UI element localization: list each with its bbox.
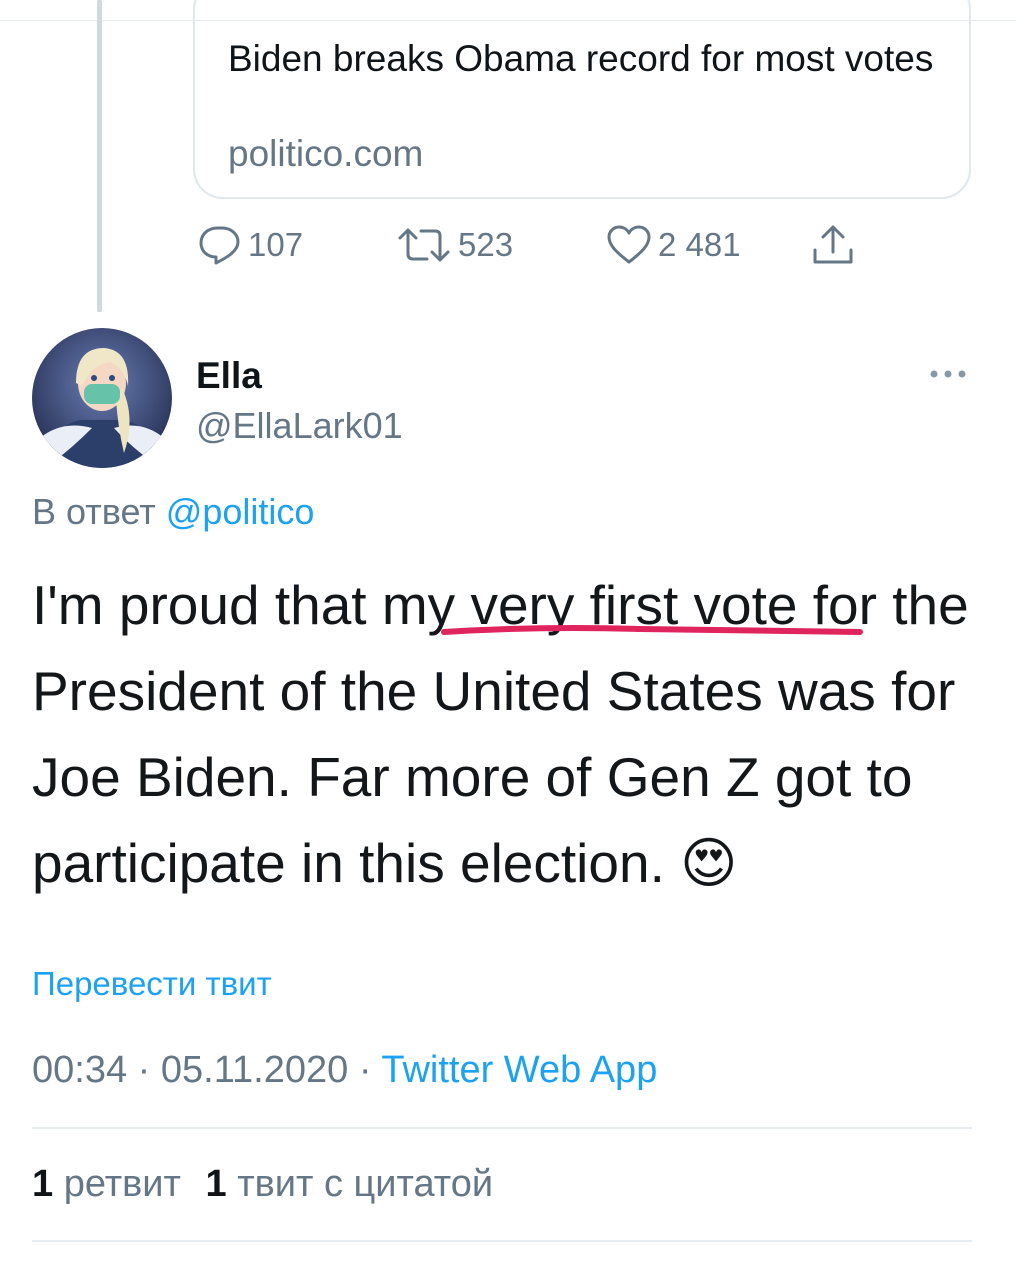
thread-connector-line <box>97 0 102 312</box>
share-button[interactable] <box>810 222 856 268</box>
meta-separator: · <box>358 1049 372 1091</box>
retweet-count: 523 <box>458 226 514 263</box>
replying-to: В ответ @politico <box>32 490 314 534</box>
more-icon <box>928 369 968 386</box>
like-count: 2 481 <box>658 226 741 263</box>
more-options-button[interactable] <box>928 366 968 382</box>
handdrawn-underline <box>440 618 865 648</box>
divider <box>32 1127 972 1129</box>
quotes-stat[interactable]: 1 твит с цитатой <box>206 1163 494 1205</box>
avatar[interactable] <box>32 328 172 468</box>
tweet-date[interactable]: 05.11.2020 <box>161 1049 348 1091</box>
tweet-stats: 1 ретвит 1 твит с цитатой <box>32 1160 493 1208</box>
replying-to-prefix: В ответ <box>32 491 156 532</box>
tweet-text: I'm proud that my very first vote for th… <box>32 562 982 906</box>
quotes-stat-count: 1 <box>205 1163 227 1205</box>
reply-icon <box>198 224 242 266</box>
retweets-stat-count: 1 <box>32 1163 54 1205</box>
mention-link[interactable]: @politico <box>166 491 315 532</box>
link-card-domain[interactable]: politico.com <box>228 131 423 177</box>
retweet-icon <box>396 224 452 266</box>
quotes-stat-label: твит с цитатой <box>237 1163 494 1205</box>
reply-count: 107 <box>248 226 304 263</box>
retweet-button[interactable]: 523 <box>396 222 513 268</box>
link-card-title[interactable]: Biden breaks Obama record for most votes <box>228 35 948 83</box>
translate-tweet-link[interactable]: Перевести твит <box>32 962 272 1006</box>
reply-button[interactable]: 107 <box>198 222 303 268</box>
divider <box>32 1240 972 1242</box>
tweet-time[interactable]: 00:34 <box>32 1049 127 1091</box>
author-handle[interactable]: @EllaLark01 <box>196 404 403 448</box>
tweet-source-link[interactable]: Twitter Web App <box>381 1049 657 1091</box>
share-icon <box>810 222 856 268</box>
like-button[interactable]: 2 481 <box>606 222 741 268</box>
meta-separator: · <box>137 1049 151 1091</box>
heart-eyes-emoji: 😍 <box>680 832 738 894</box>
retweets-stat-label: ретвит <box>63 1163 181 1205</box>
author-name[interactable]: Ella <box>196 354 262 398</box>
retweets-stat[interactable]: 1 ретвит <box>32 1163 192 1205</box>
tweet-metadata: 00:34 · 05.11.2020 · Twitter Web App <box>32 1046 657 1094</box>
like-icon <box>606 224 652 266</box>
